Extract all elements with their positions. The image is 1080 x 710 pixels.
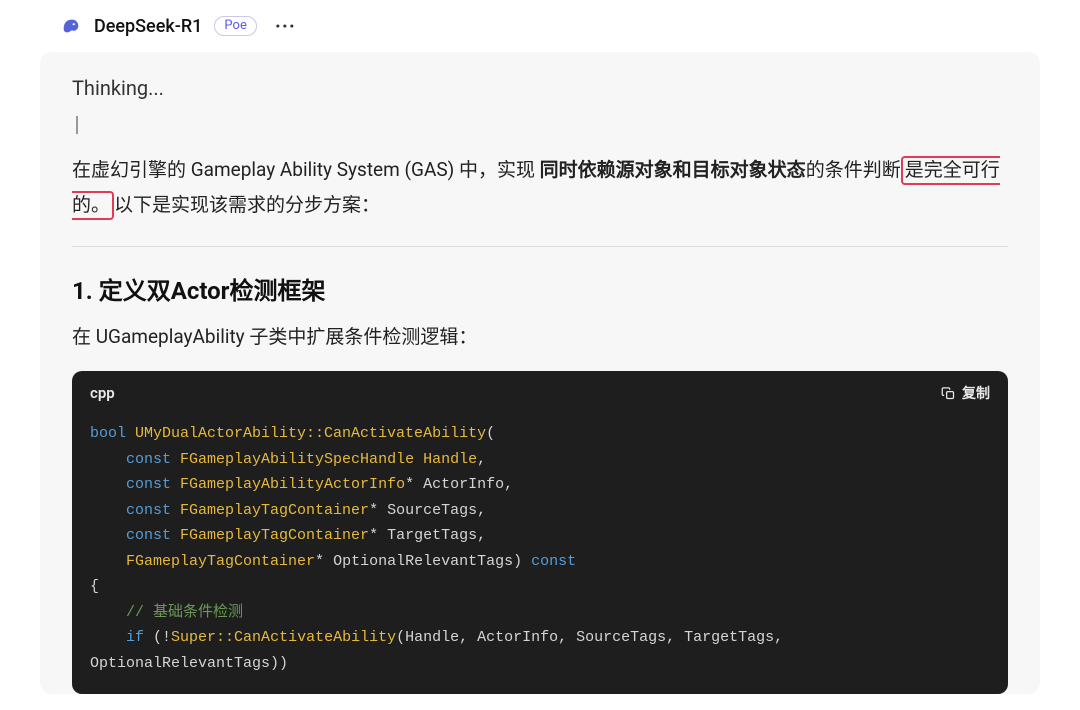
intro-paragraph: 在虚幻引擎的 Gameplay Ability System (GAS) 中，实… xyxy=(72,152,1008,222)
assistant-response: Thinking... 在虚幻引擎的 Gameplay Ability Syst… xyxy=(40,52,1040,694)
thinking-caret xyxy=(72,114,1008,134)
intro-bold: 同时依赖源对象和目标对象状态 xyxy=(540,158,806,181)
section-1-desc: 在 UGameplayAbility 子类中扩展条件检测逻辑： xyxy=(72,322,1008,349)
intro-mid: 的条件判断 xyxy=(806,158,901,181)
copy-icon xyxy=(941,386,956,401)
copy-code-button[interactable]: 复制 xyxy=(941,383,990,403)
code-header: cpp 复制 xyxy=(72,371,1008,415)
code-block: cpp 复制 bool UMyDualActorAbility::CanActi… xyxy=(72,371,1008,694)
intro-post: 以下是实现该需求的分步方案： xyxy=(114,193,380,216)
intro-pre: 在虚幻引擎的 Gameplay Ability System (GAS) 中，实… xyxy=(72,158,540,181)
platform-badge[interactable]: Poe xyxy=(214,16,256,37)
copy-label: 复制 xyxy=(962,383,990,403)
section-1-title: 1. 定义双Actor检测框架 xyxy=(72,271,1008,306)
section-divider xyxy=(72,246,1008,247)
bot-name: DeepSeek-R1 xyxy=(94,16,202,37)
thinking-indicator: Thinking... xyxy=(72,76,1008,100)
thinking-label: Thinking... xyxy=(72,76,164,100)
code-content[interactable]: bool UMyDualActorAbility::CanActivateAbi… xyxy=(72,415,1008,694)
more-options-icon[interactable]: ··· xyxy=(275,14,296,38)
code-language-label: cpp xyxy=(90,384,115,402)
chat-header: DeepSeek-R1 Poe ··· xyxy=(0,0,1080,52)
bot-avatar-icon xyxy=(60,15,82,37)
